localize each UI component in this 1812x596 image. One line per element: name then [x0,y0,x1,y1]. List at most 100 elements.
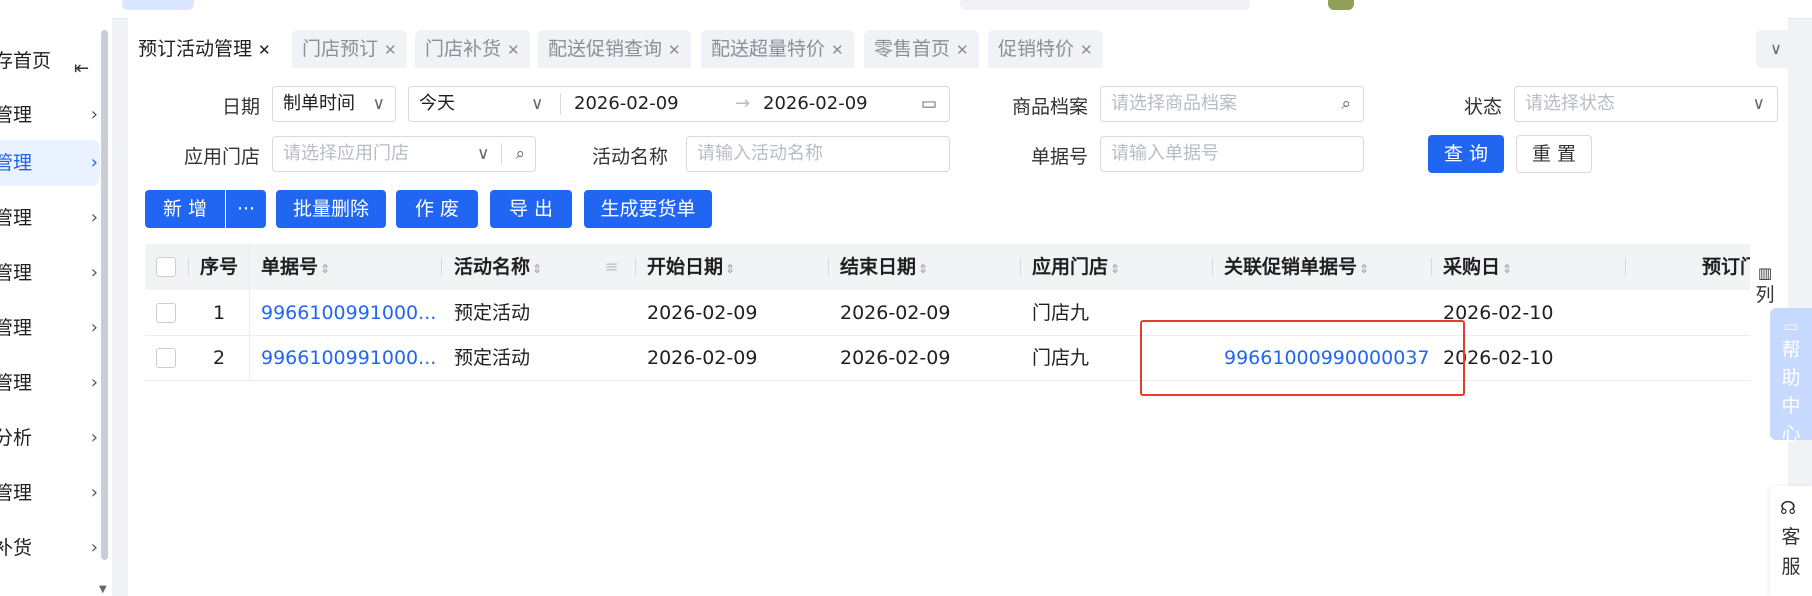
sidebar-item-2[interactable]: 管理 › [0,140,100,186]
sidebar-item-label: 补货 [0,537,33,559]
message-icon: ▭ [1783,317,1799,335]
table-row[interactable]: 1 9966100991000... 预定活动 2026-02-09 2026-… [145,291,1750,336]
cell-docno-link[interactable]: 9966100991000... [261,336,436,380]
sort-icon[interactable]: ⇕ [1502,262,1512,276]
activity-name-input[interactable]: 请输入活动名称 [686,136,950,172]
close-icon[interactable]: ✕ [258,41,271,59]
table-row[interactable]: 2 9966100991000... 预定活动 2026-02-09 2026-… [145,336,1750,381]
more-actions-button[interactable]: ··· [226,190,266,228]
void-button[interactable]: 作 废 [396,190,478,228]
docno-label: 单据号 [1030,146,1088,168]
sidebar-scrollbar[interactable] [101,30,108,560]
close-icon[interactable]: ✕ [831,41,844,59]
sidebar-item-9[interactable]: 补货 › [0,525,100,571]
tab-store-preorder[interactable]: 门店预订 ✕ [292,30,407,68]
generate-requisition-button[interactable]: 生成要货单 [584,190,712,228]
top-search-box[interactable] [960,0,1250,10]
sidebar-item-label: 管理 [0,317,33,339]
sort-icon[interactable]: ⇕ [532,262,542,276]
store-placeholder: 请选择应用门店 [283,143,409,164]
close-icon[interactable]: ✕ [668,41,681,59]
sort-icon[interactable]: ⇕ [725,262,735,276]
tab-delivery-overquota-price[interactable]: 配送超量特价 ✕ [701,30,854,68]
tab-promo-price[interactable]: 促销特价 ✕ [988,30,1103,68]
header-label: 应用门店 [1032,256,1109,278]
header-linked-promo-docno[interactable]: 关联促销单据号 ⇕ [1224,244,1369,290]
search-icon[interactable]: ⌕ [515,137,525,171]
docno-placeholder: 请输入单据号 [1111,143,1219,164]
close-icon[interactable]: ✕ [384,41,397,59]
tab-delivery-promo-query[interactable]: 配送促销查询 ✕ [538,30,691,68]
query-button[interactable]: 查 询 [1428,135,1504,173]
header-end-date[interactable]: 结束日期 ⇕ [840,244,928,290]
date-range-field[interactable]: 今天 ∨ 2026-02-09 → 2026-02-09 ▭ [408,86,950,122]
header-activity-name[interactable]: 活动名称 ⇕ [454,244,542,290]
chevron-right-icon: › [90,152,98,173]
tab-retail-home[interactable]: 零售首页 ✕ [864,30,979,68]
sidebar-item-5[interactable]: 管理 › [0,305,100,351]
row-checkbox[interactable] [156,348,176,368]
cell-end-date: 2026-02-09 [840,347,951,369]
cell-start-date: 2026-02-09 [647,302,758,324]
drag-handle-icon[interactable]: ≡ [605,244,618,290]
close-icon[interactable]: ✕ [956,41,969,59]
customer-service-button[interactable]: ☊ 客服 [1770,486,1812,596]
help-center-button[interactable]: ▭ 帮助中心 [1770,308,1812,445]
date-type-select[interactable]: 制单时间 ∨ [272,86,396,122]
status-select[interactable]: 请选择状态 ∨ [1514,86,1778,122]
select-all-checkbox[interactable] [156,257,176,277]
chevron-down-icon: ∨ [531,94,544,114]
tab-label: 配送促销查询 [548,38,663,60]
column-separator [1020,258,1021,276]
batch-delete-button[interactable]: 批量删除 [276,190,386,228]
product-select[interactable]: 请选择商品档案 ⌕ [1100,86,1364,122]
collapse-sidebar-icon[interactable]: ⇤ [74,58,89,79]
add-button[interactable]: 新 增 [145,190,225,228]
docno-input[interactable]: 请输入单据号 [1100,136,1364,172]
sort-icon[interactable]: ⇕ [320,262,330,276]
sort-icon[interactable]: ⇕ [1110,262,1120,276]
sort-icon[interactable]: ⇕ [918,262,928,276]
scroll-down-icon[interactable]: ▼ [99,584,107,595]
tab-label: 配送超量特价 [711,38,826,60]
tab-store-replenish[interactable]: 门店补货 ✕ [415,30,530,68]
top-tab-pill[interactable] [122,0,194,10]
sidebar-item-6[interactable]: 管理 › [0,360,100,406]
sidebar-item-3[interactable]: 管理 › [0,195,100,241]
search-icon[interactable]: ⌕ [1341,87,1351,121]
avatar[interactable] [1328,0,1354,10]
column-separator [1431,258,1432,276]
sidebar-item-1[interactable]: 管理 › [0,92,100,138]
sidebar-item-8[interactable]: 管理 › [0,470,100,516]
tab-label: 门店补货 [425,38,502,60]
cell-start-date: 2026-02-09 [647,347,758,369]
sort-icon[interactable]: ⇕ [1359,262,1369,276]
sidebar-item-7[interactable]: 分析 › [0,415,100,461]
cell-docno-link[interactable]: 9966100991000... [261,291,436,335]
column-settings-button[interactable]: ▥ 列 [1752,262,1778,306]
row-checkbox[interactable] [156,303,176,323]
date-start-value[interactable]: 2026-02-09 [574,87,679,121]
tab-more-dropdown[interactable]: ∨ [1756,30,1796,68]
tab-preorder-activity[interactable]: 预订活动管理 ✕ [128,30,281,68]
cell-store: 门店九 [1032,302,1090,324]
store-select[interactable]: 请选择应用门店 ∨ ⌕ [272,136,536,172]
tab-label: 门店预订 [302,38,379,60]
tab-label: 促销特价 [998,38,1075,60]
calendar-icon[interactable]: ▭ [921,87,937,121]
close-icon[interactable]: ✕ [1080,41,1093,59]
header-docno[interactable]: 单据号 ⇕ [261,244,330,290]
header-store[interactable]: 应用门店 ⇕ [1032,244,1120,290]
export-button[interactable]: 导 出 [490,190,572,228]
header-purchase-date[interactable]: 采购日 ⇕ [1443,244,1512,290]
column-separator [635,258,636,276]
reset-button[interactable]: 重 置 [1516,135,1592,173]
close-icon[interactable]: ✕ [507,41,520,59]
chevron-right-icon: › [90,482,98,503]
sidebar-item-label: 管理 [0,207,33,229]
chevron-right-icon: › [90,207,98,228]
header-start-date[interactable]: 开始日期 ⇕ [647,244,735,290]
date-end-value[interactable]: 2026-02-09 [763,87,868,121]
sidebar-item-4[interactable]: 管理 › [0,250,100,296]
arrow-right-icon: → [735,93,751,114]
